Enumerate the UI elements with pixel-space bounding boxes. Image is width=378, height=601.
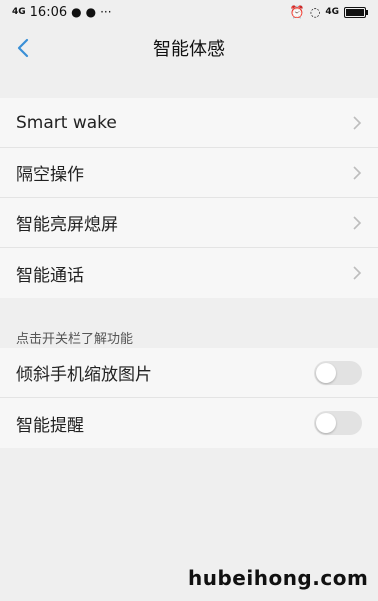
more-icon: ··· (100, 5, 112, 19)
chevron-right-icon (353, 165, 362, 180)
chevron-right-icon (353, 215, 362, 230)
settings-group-main: Smart wake 隔空操作 智能亮屏熄屏 智能通话 (0, 98, 378, 298)
message-icon: ● (71, 5, 82, 19)
alarm-icon: ⏰ (289, 5, 305, 19)
header: 智能体感 (0, 24, 378, 72)
toggle-knob (316, 362, 336, 383)
setting-label: 智能亮屏熄屏 (16, 215, 118, 235)
network-indicator-right: 4G (325, 7, 339, 17)
watermark: hubeihong.com (188, 566, 369, 590)
setting-air-gesture[interactable]: 隔空操作 (0, 148, 378, 198)
setting-smart-call[interactable]: 智能通话 (0, 248, 378, 298)
page-title: 智能体感 (153, 39, 225, 60)
setting-tilt-zoom: 倾斜手机缩放图片 (0, 348, 378, 398)
status-left: 4G 16:06 ● ● ··· (0, 5, 112, 20)
status-right: ⏰ ◌ 4G (290, 5, 378, 19)
setting-label: 隔空操作 (16, 165, 84, 185)
setting-label: 智能提醒 (16, 415, 84, 436)
setting-label: 智能通话 (16, 265, 84, 286)
setting-smart-wake[interactable]: Smart wake (0, 98, 378, 148)
section-label: 点击开关栏了解功能 (16, 332, 134, 347)
tilt-zoom-toggle[interactable] (314, 360, 362, 385)
mute-icon: ◌ (309, 5, 321, 19)
smart-reminder-toggle[interactable] (314, 411, 362, 435)
location-icon: ● (85, 5, 97, 19)
status-bar: 4G 16:06 ● ● ··· ⏰ ◌ 4G (0, 0, 378, 24)
toggle-knob (316, 413, 336, 433)
chevron-right-icon (353, 266, 362, 280)
status-time: 16:06 (29, 4, 68, 20)
setting-label: 倾斜手机缩放图片 (16, 365, 152, 385)
back-icon[interactable] (14, 36, 34, 60)
network-indicator: 4G (12, 7, 26, 17)
setting-smart-screen-on-off[interactable]: 智能亮屏熄屏 (0, 198, 378, 248)
chevron-right-icon (353, 115, 362, 130)
setting-label: Smart wake (16, 112, 117, 133)
battery-icon (344, 6, 368, 18)
settings-group-toggles: 倾斜手机缩放图片 智能提醒 (0, 348, 378, 448)
setting-smart-reminder: 智能提醒 (0, 398, 378, 448)
